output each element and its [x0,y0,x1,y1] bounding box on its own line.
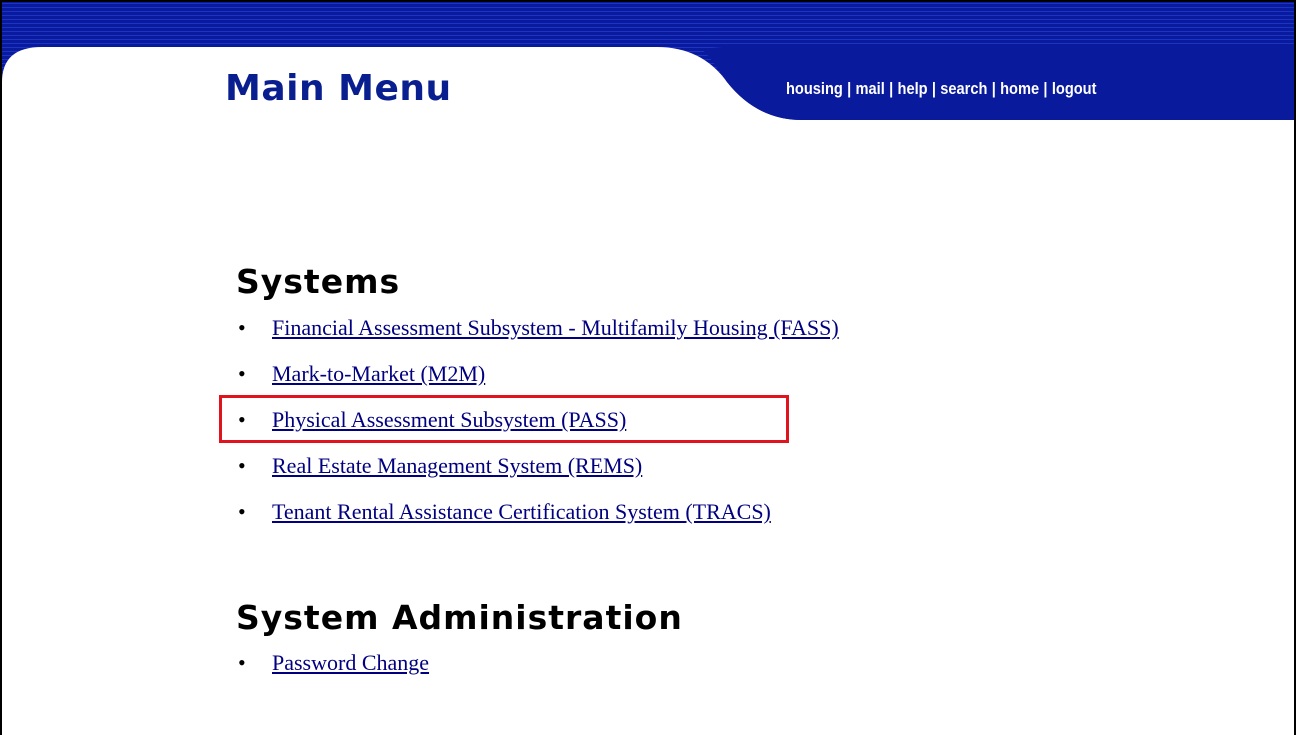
list-item: • Financial Assessment Subsystem - Multif… [236,313,839,359]
bullet-icon: • [238,361,246,386]
nav-housing-link[interactable]: housing [786,79,843,98]
tracs-link[interactable]: Tenant Rental Assistance Certification S… [272,499,771,524]
list-item: • Password Change [236,648,429,694]
nav-separator: | [991,79,996,98]
list-item: • Tenant Rental Assistance Certification … [236,497,839,543]
bullet-icon: • [238,453,246,478]
page-title: Main Menu [225,68,452,109]
nav-help-link[interactable]: help [898,79,928,98]
list-item: • Real Estate Management System (REMS) [236,451,839,497]
bullet-icon: • [238,407,246,432]
nav-mail-link[interactable]: mail [856,79,885,98]
list-item: • Physical Assessment Subsystem (PASS) [236,405,839,451]
system-administration-heading: System Administration [236,598,683,637]
list-item: • Mark-to-Market (M2M) [236,359,839,405]
bullet-icon: • [238,499,246,524]
rems-link[interactable]: Real Estate Management System (REMS) [272,453,642,478]
password-change-link[interactable]: Password Change [272,650,429,675]
nav-separator: | [889,79,894,98]
fass-link[interactable]: Financial Assessment Subsystem - Multifa… [272,315,839,340]
nav-home-link[interactable]: home [1000,79,1039,98]
nav-logout-link[interactable]: logout [1052,79,1097,98]
pass-link[interactable]: Physical Assessment Subsystem (PASS) [272,407,626,432]
systems-list: • Financial Assessment Subsystem - Multif… [236,313,839,543]
m2m-link[interactable]: Mark-to-Market (M2M) [272,361,485,386]
administration-list: • Password Change [236,648,429,694]
bullet-icon: • [238,315,246,340]
bullet-icon: • [238,650,246,675]
header-banner [2,2,1294,127]
top-nav: housing | mail | help | search | home | logout [786,79,1096,99]
nav-separator: | [847,79,852,98]
nav-separator: | [1043,79,1048,98]
systems-heading: Systems [236,262,401,301]
nav-separator: | [931,79,936,98]
nav-search-link[interactable]: search [940,79,987,98]
